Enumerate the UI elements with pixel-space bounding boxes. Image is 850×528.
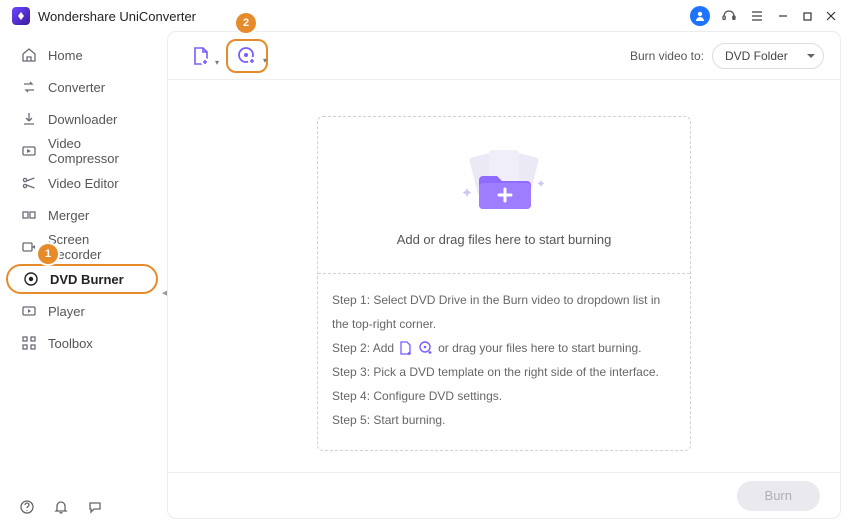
add-disc-button[interactable]: ▾ 2 [226, 39, 268, 73]
burn-to-select[interactable]: DVD Folder [712, 43, 824, 69]
recorder-icon [20, 238, 38, 256]
compressor-icon [20, 142, 38, 160]
sidebar: Home Converter Downloader Video Compress… [0, 32, 164, 528]
add-disc-inline-icon [418, 340, 434, 356]
burn-button[interactable]: Burn [737, 481, 820, 511]
sidebar-item-editor[interactable]: Video Editor [6, 168, 158, 198]
hamburger-menu-icon[interactable] [748, 7, 766, 25]
step-2: Step 2: Add or drag your files here to s… [332, 336, 676, 360]
dropzone-area: Add or drag files here to start burning … [168, 80, 840, 472]
sidebar-item-recorder[interactable]: Screen Recorder [6, 232, 158, 262]
home-icon [20, 46, 38, 64]
main-area: Home Converter Downloader Video Compress… [0, 32, 850, 528]
step-3: Step 3: Pick a DVD template on the right… [332, 360, 676, 384]
content-toolbar: ▾ ▾ 2 Burn video to: DVD Folder [168, 32, 840, 80]
sidebar-item-downloader[interactable]: Downloader [6, 104, 158, 134]
annotation-badge-1: 1 [38, 244, 58, 264]
sidebar-item-compressor[interactable]: Video Compressor [6, 136, 158, 166]
sidebar-item-label: Downloader [48, 112, 117, 127]
sidebar-item-converter[interactable]: Converter [6, 72, 158, 102]
sidebar-item-label: Screen Recorder [48, 232, 144, 262]
app-logo-icon [12, 7, 30, 25]
burn-to-selected: DVD Folder [725, 49, 788, 63]
sidebar-item-toolbox[interactable]: Toolbox [6, 328, 158, 358]
sidebar-item-dvd-burner[interactable]: DVD Burner 1 [6, 264, 158, 294]
sidebar-item-merger[interactable]: Merger [6, 200, 158, 230]
feedback-icon[interactable] [86, 498, 104, 516]
sidebar-item-label: Home [48, 48, 83, 63]
footer-bar: Burn [168, 472, 840, 518]
annotation-badge-2: 2 [236, 13, 256, 33]
sidebar-item-label: Merger [48, 208, 89, 223]
toolbox-icon [20, 334, 38, 352]
folder-plus-icon [449, 144, 559, 214]
dropzone-title: Add or drag files here to start burning [397, 232, 612, 247]
window-minimize-icon[interactable] [776, 9, 790, 23]
add-file-button[interactable]: ▾ [184, 39, 218, 73]
help-icon[interactable] [18, 498, 36, 516]
merger-icon [20, 206, 38, 224]
step-1: Step 1: Select DVD Drive in the Burn vid… [332, 288, 676, 336]
user-avatar-icon[interactable] [690, 6, 710, 26]
window-close-icon[interactable] [824, 9, 838, 23]
sidebar-item-label: Video Editor [48, 176, 119, 191]
converter-icon [20, 78, 38, 96]
sidebar-item-label: Player [48, 304, 85, 319]
sidebar-footer [0, 486, 164, 528]
sidebar-item-player[interactable]: Player [6, 296, 158, 326]
sidebar-item-label: DVD Burner [50, 272, 124, 287]
window-maximize-icon[interactable] [800, 9, 814, 23]
bell-icon[interactable] [52, 498, 70, 516]
add-file-inline-icon [398, 340, 414, 356]
sidebar-item-label: Video Compressor [48, 136, 144, 166]
player-icon [20, 302, 38, 320]
dropzone[interactable]: Add or drag files here to start burning … [317, 116, 691, 451]
sidebar-item-home[interactable]: Home [6, 40, 158, 70]
step-5: Step 5: Start burning. [332, 408, 676, 432]
disc-icon [22, 270, 40, 288]
sidebar-item-label: Toolbox [48, 336, 93, 351]
downloader-icon [20, 110, 38, 128]
support-headset-icon[interactable] [720, 7, 738, 25]
scissors-icon [20, 174, 38, 192]
steps-panel: Step 1: Select DVD Drive in the Burn vid… [318, 273, 690, 450]
content-panel: ▾ ▾ 2 Burn video to: DVD Folder [168, 32, 840, 518]
app-title: Wondershare UniConverter [38, 9, 196, 24]
burn-to-label: Burn video to: [630, 49, 704, 63]
titlebar: Wondershare UniConverter [0, 0, 850, 32]
step-4: Step 4: Configure DVD settings. [332, 384, 676, 408]
sidebar-item-label: Converter [48, 80, 105, 95]
